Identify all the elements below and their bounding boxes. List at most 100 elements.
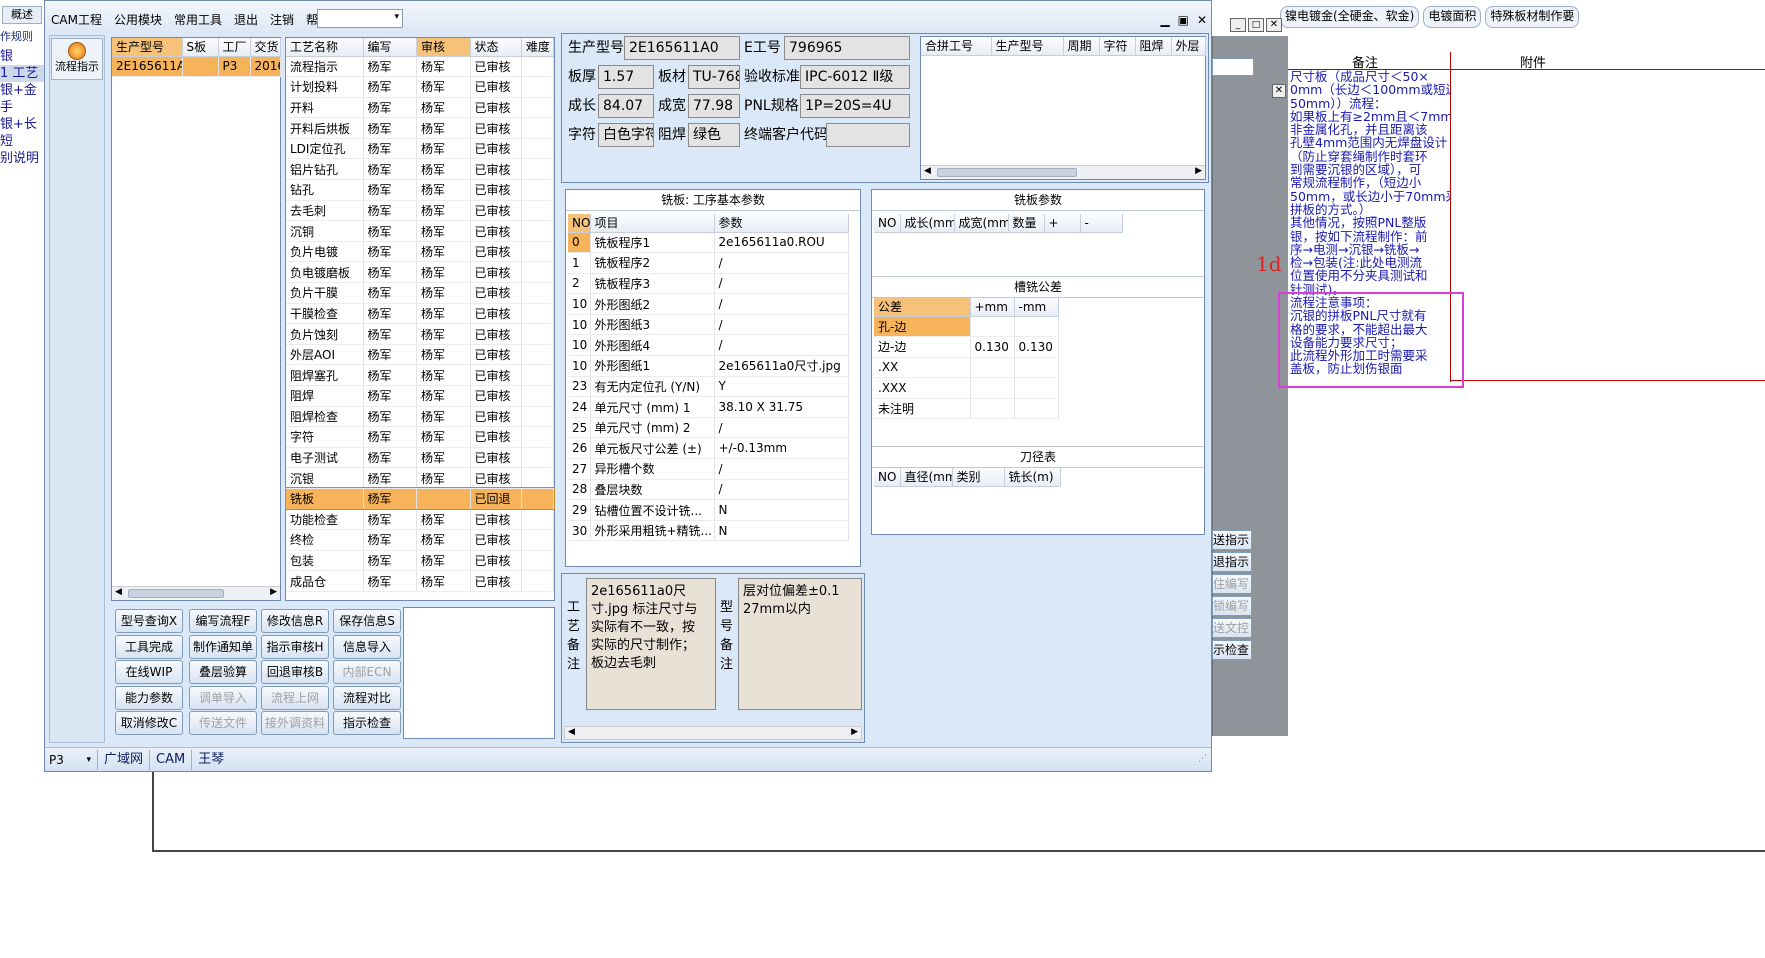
menu-item[interactable]: 常用工具 [174,11,222,28]
pnl-field[interactable]: 1P=20S=4U [800,94,910,118]
table-row[interactable]: 10 外形图纸1 2e165611a0尺寸.jpg [568,355,849,377]
table-row[interactable]: 电子测试 杨军 杨军 已审核 [286,447,555,469]
table-row[interactable]: 铝片钻孔 杨军 杨军 已审核 [286,158,555,181]
action-button[interactable]: 工具完成 [115,634,183,659]
table-row[interactable]: 开料后烘板 杨军 杨军 已审核 [286,117,555,139]
action-button[interactable]: 能力参数 [115,685,183,710]
table-row[interactable]: 29 钻槽位置不设计铣... N [568,499,849,521]
table-row[interactable]: 干膜检查 杨军 杨军 已审核 [286,303,555,325]
table-row[interactable]: 负片电镀 杨军 杨军 已审核 [286,241,555,263]
slot-tol-col-header[interactable]: +mm [970,298,1015,317]
wid-field[interactable]: 77.98 [688,94,740,118]
table-row[interactable]: 0 铣板程序1 2e165611a0.ROU [568,232,849,254]
mid-button[interactable]: 送文控 [1212,618,1252,638]
action-button[interactable]: 叠层验算 [189,660,257,684]
bg-close-button[interactable]: ✕ [1266,18,1282,32]
model-list-col-header[interactable]: 工厂 [218,38,251,57]
merge-scroll-left-icon[interactable]: ◀ [924,166,931,176]
table-row[interactable]: 27 异形槽个数 / [568,458,849,480]
table-row[interactable]: 开料 杨军 杨军 已审核 [286,97,555,119]
action-button[interactable]: 取消修改C [115,711,183,735]
action-button[interactable]: 信息导入 [333,634,401,659]
tab-special-material[interactable]: 特殊板材制作要 [1485,6,1580,28]
table-row[interactable]: 未注明 [874,398,1059,420]
board-params-col-header[interactable]: - [1080,214,1123,233]
process-col-header[interactable]: 工艺名称 [286,38,364,57]
merge-col-header[interactable]: 阻焊 [1135,37,1172,56]
board-params-col-header[interactable]: 成宽(mm) [954,214,1009,233]
merge-col-header[interactable]: 合拼工号 [921,37,992,56]
tool-table-col-header[interactable]: NO [874,468,901,487]
action-button[interactable]: 回退审核B [261,660,329,684]
table-row[interactable]: 阻焊检查 杨军 杨军 已审核 [286,406,555,428]
menu-item[interactable]: 退出 [234,11,258,28]
merge-scroll-thumb[interactable] [937,168,1077,177]
scroll-left-icon[interactable]: ◀ [115,587,122,597]
mask-field[interactable]: 绿色 [688,123,740,147]
action-button[interactable]: 编写流程F [189,609,257,633]
action-button[interactable]: 制作通知单 [189,634,257,659]
char-field[interactable]: 白色字符 [598,123,654,147]
status-item[interactable]: 王琴 [191,750,230,770]
process-col-header[interactable]: 状态 [470,38,522,57]
side-nav-item[interactable]: 流程指示 [51,38,103,80]
table-row[interactable]: 10 外形图纸2/ [568,293,849,315]
table-row[interactable]: 2 铣板程序3/ [568,273,849,295]
table-row[interactable]: 负片蚀刻 杨军 杨军 已审核 [286,323,555,345]
table-row[interactable]: 阻焊 杨军 杨军 已审核 [286,385,555,407]
table-row[interactable]: 流程指示 杨军 杨军 已审核 [286,56,555,78]
model-field[interactable]: 2E165611A0 [624,36,740,60]
len-field[interactable]: 84.07 [598,94,654,118]
type-remark-box[interactable]: 层对位偏差±0.127mm以内 [738,578,862,710]
model-list-col-header[interactable]: 生产型号 [112,38,183,57]
table-row[interactable]: 沉银 杨军 杨军 已审核 [286,467,555,489]
table-row[interactable]: 钻孔 杨军 杨军 已审核 [286,179,555,201]
table-row[interactable]: 终检 杨军 杨军 已审核 [286,529,555,551]
table-row[interactable]: 边-边 0.130 0.130 [874,336,1059,358]
table-row[interactable]: 负电镀磨板 杨军 杨军 已审核 [286,261,555,284]
board-params-col-header[interactable]: 数量 [1008,214,1045,233]
table-row[interactable]: 30 外形采用粗铣+精铣... N [568,520,849,542]
scroll-right-icon[interactable]: ▶ [270,587,277,597]
board-params-col-header[interactable]: + [1044,214,1081,233]
action-button[interactable]: 指示审核H [261,634,329,659]
table-row[interactable]: 10 外形图纸4/ [568,334,849,357]
process-col-header[interactable]: 难度 [521,38,555,57]
background-mid-dropdown[interactable] [1212,58,1254,76]
table-row[interactable]: 去毛刺 杨军 杨军 已审核 [286,200,555,222]
mid-button[interactable]: 住编写 [1212,574,1252,594]
model-list-col-header[interactable]: 交货 [250,38,281,57]
slot-tol-col-header[interactable]: 公差 [874,298,971,317]
bg-maximize-button[interactable]: □ [1248,18,1264,32]
left-strip-tab[interactable]: 概述 [2,6,42,24]
tab-nickel-gold[interactable]: 镍电镀金(全硬金、软金) [1280,6,1420,28]
bg-minimize-button[interactable]: _ [1230,18,1246,32]
table-row[interactable]: LDI定位孔 杨军 杨军 已审核 [286,138,555,160]
table-row[interactable]: 负片干膜 杨军 杨军 已审核 [286,282,555,304]
tool-table-col-header[interactable]: 直径(mm) [900,468,953,487]
menu-item[interactable]: CAM工程 [51,11,102,28]
merge-col-header[interactable]: 生产型号 [991,37,1064,56]
resize-grip-icon[interactable]: ⋰ [1198,754,1207,764]
board-params-col-header[interactable]: 成长(mm) [900,214,955,233]
action-button[interactable]: 指示检查 [333,711,401,735]
tab-plating-area[interactable]: 电镀面积 [1423,6,1482,28]
table-row[interactable]: 孔-边 [874,316,1059,338]
menu-dropdown[interactable]: ▾ [317,9,403,28]
merge-scrollbar[interactable]: ◀ ▶ [921,165,1205,179]
table-row[interactable]: 外层AOI 杨军 杨军 已审核 [286,344,555,366]
mid-button[interactable]: 退指示 [1212,552,1252,572]
model-list-scrollbar[interactable]: ◀ ▶ [112,586,280,600]
table-row[interactable]: 成品仓 杨军 杨军 已审核 [286,570,555,592]
table-row[interactable]: 10 外形图纸3/ [568,314,849,336]
table-row[interactable]: 铣板 杨军 已回退 [285,487,555,511]
milling-col-header[interactable]: NO [568,214,591,233]
scroll-thumb[interactable] [128,589,224,598]
std-field[interactable]: IPC-6012 Ⅱ级 [800,65,910,89]
status-item[interactable]: CAM [149,750,191,770]
thick-field[interactable]: 1.57 [598,65,654,89]
mid-button[interactable]: 示检查 [1212,640,1252,660]
table-row[interactable]: 1 铣板程序2/ [568,252,849,274]
process-col-header[interactable]: 编写 [363,38,418,57]
mid-button[interactable]: 锁编写 [1212,596,1252,616]
